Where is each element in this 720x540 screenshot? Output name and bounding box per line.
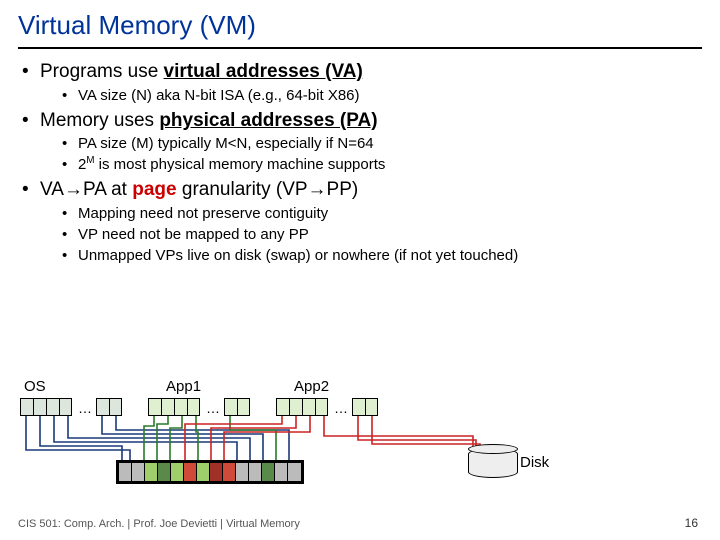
b3-arrow1: → bbox=[64, 179, 83, 200]
b3-mid1: PA at bbox=[83, 179, 132, 200]
bullet-1: Programs use virtual addresses (VA) VA s… bbox=[22, 59, 702, 106]
bullet-2-sub-1: PA size (M) typically M<N, especially if… bbox=[62, 133, 702, 154]
b3-red: page bbox=[132, 179, 176, 200]
bullet-1-pre: Programs use bbox=[40, 61, 164, 82]
bullet-3: VA→PA at page granularity (VP→PP) Mappin… bbox=[22, 177, 702, 266]
bullet-list: Programs use virtual addresses (VA) VA s… bbox=[18, 59, 702, 266]
b3-pre: VA bbox=[40, 179, 64, 200]
footer-text: CIS 501: Comp. Arch. | Prof. Joe Deviett… bbox=[18, 518, 300, 530]
bullet-2-bold: physical addresses (PA) bbox=[159, 110, 377, 131]
b3-end: PP) bbox=[327, 179, 359, 200]
os-addrspace-2 bbox=[96, 398, 122, 416]
b3-arrow2: → bbox=[308, 179, 327, 200]
dots-2: … bbox=[206, 400, 220, 416]
disk-label: Disk bbox=[520, 454, 549, 471]
app2-addrspace bbox=[276, 398, 328, 416]
os-label: OS bbox=[24, 378, 46, 395]
bullet-2: Memory uses physical addresses (PA) PA s… bbox=[22, 108, 702, 176]
b3-mid2: granularity (VP bbox=[177, 179, 308, 200]
vm-figure: OS … App1 … App2 … bbox=[18, 378, 702, 493]
bullet-3-sub-3: Unmapped VPs live on disk (swap) or nowh… bbox=[62, 245, 702, 266]
bullet-1-bold: virtual addresses (VA) bbox=[164, 61, 363, 82]
app2-label: App2 bbox=[294, 378, 329, 395]
bullet-3-sub-2: VP need not be mapped to any PP bbox=[62, 224, 702, 245]
app1-label: App1 bbox=[166, 378, 201, 395]
disk-icon: Disk bbox=[468, 448, 528, 480]
bullet-2-sub-2: 2M is most physical memory machine suppo… bbox=[62, 154, 702, 175]
bullet-3-sub-1: Mapping need not preserve contiguity bbox=[62, 203, 702, 224]
app1-addrspace-2 bbox=[224, 398, 250, 416]
dots-1: … bbox=[78, 400, 92, 416]
physical-memory bbox=[116, 460, 304, 484]
app2-addrspace-2 bbox=[352, 398, 378, 416]
b2s2-post: is most physical memory machine supports bbox=[94, 156, 385, 173]
bullet-2-pre: Memory uses bbox=[40, 110, 159, 131]
bullet-1-sub-1: VA size (N) aka N-bit ISA (e.g., 64-bit … bbox=[62, 85, 702, 106]
os-addrspace bbox=[20, 398, 72, 416]
app1-addrspace bbox=[148, 398, 200, 416]
dots-3: … bbox=[334, 400, 348, 416]
page-number: 16 bbox=[685, 516, 698, 530]
slide-title: Virtual Memory (VM) bbox=[18, 10, 702, 49]
